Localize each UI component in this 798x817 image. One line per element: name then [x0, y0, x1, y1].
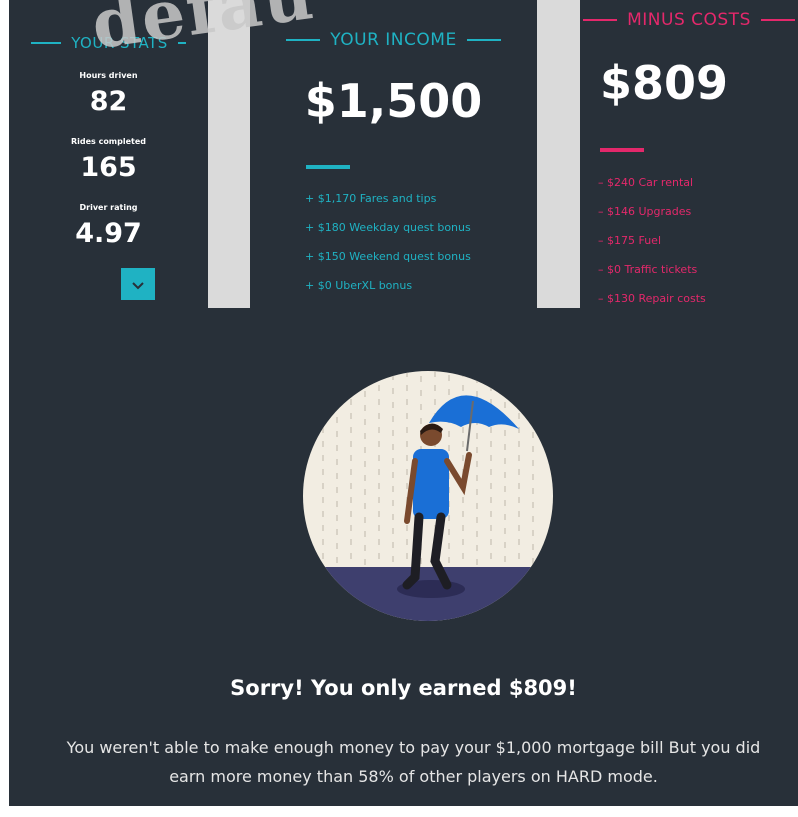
hours-driven-value: 82	[89, 86, 128, 117]
heading-dash	[286, 39, 321, 41]
cost-item: – $0 Traffic tickets	[598, 263, 698, 276]
costs-total: $809	[600, 56, 729, 110]
hours-driven-label: Hours driven	[79, 71, 138, 80]
costs-heading: MINUS COSTS	[580, 10, 798, 30]
heading-dash	[760, 19, 795, 21]
income-item: + $180 Weekday quest bonus	[305, 221, 471, 234]
panel-divider	[537, 0, 580, 308]
income-item: + $1,170 Fares and tips	[305, 192, 437, 205]
cost-item: – $175 Fuel	[598, 234, 662, 247]
cost-item: – $146 Upgrades	[598, 205, 692, 218]
income-accent-bar	[306, 165, 350, 169]
result-title: Sorry! You only earned $809!	[230, 676, 577, 700]
income-item: + $0 UberXL bonus	[305, 279, 413, 292]
costs-accent-bar	[600, 148, 644, 152]
costs-heading-label: MINUS COSTS	[627, 10, 751, 30]
rides-completed-label: Rides completed	[70, 137, 147, 146]
expand-stats-button[interactable]	[121, 268, 155, 300]
heading-dash	[466, 39, 501, 41]
result-message: You weren't able to make enough money to…	[66, 738, 761, 786]
income-panel: YOUR INCOME $1,500 + $1,170 Fares and ti…	[250, 0, 537, 308]
rain-umbrella-illustration	[303, 371, 553, 621]
chevron-down-icon	[132, 275, 144, 294]
costs-panel: MINUS COSTS $809 – $240 Car rental – $14…	[580, 0, 798, 308]
heading-dash	[583, 19, 618, 21]
rides-completed-value: 165	[80, 152, 137, 183]
cost-item: – $240 Car rental	[598, 176, 694, 189]
game-screen: YOUR STATS Hours driven 82 Rides complet…	[9, 0, 798, 806]
income-item: + $150 Weekend quest bonus	[305, 250, 471, 263]
cost-item: – $130 Repair costs	[598, 292, 706, 305]
income-total: $1,500	[304, 74, 483, 128]
income-heading-label: YOUR INCOME	[330, 30, 457, 50]
heading-dash	[31, 42, 62, 44]
driver-rating-value: 4.97	[75, 218, 142, 249]
driver-rating-label: Driver rating	[79, 203, 138, 212]
